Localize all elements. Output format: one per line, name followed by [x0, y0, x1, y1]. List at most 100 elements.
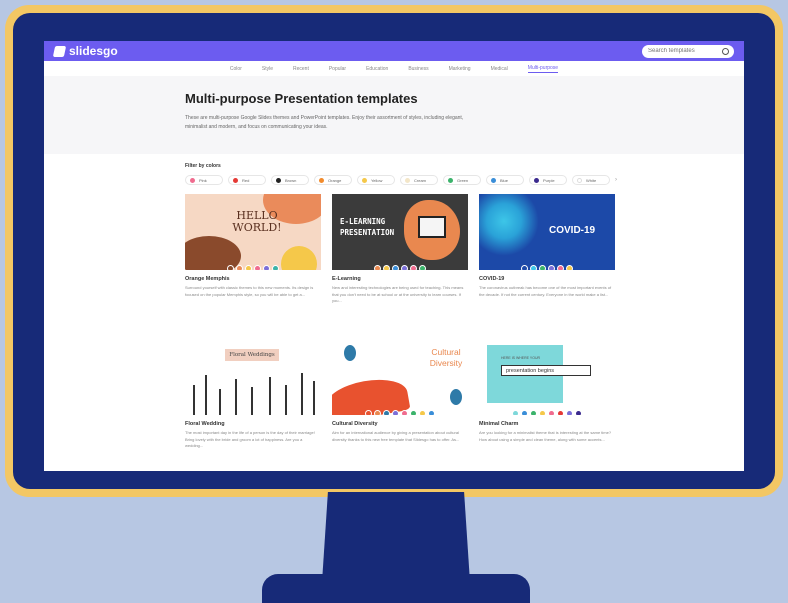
filter-chip-green[interactable]: Green: [443, 175, 481, 185]
template-description: The coronavirus outbreak has become one …: [479, 285, 612, 297]
color-swatch: [557, 410, 564, 415]
color-swatches: [374, 265, 426, 270]
monitor-frame: slidesgo Color Style Recent Popular Educ…: [5, 5, 783, 497]
template-title[interactable]: COVID-19: [479, 276, 615, 282]
nav-item-popular[interactable]: Popular: [329, 66, 346, 72]
color-dot-icon: [448, 177, 453, 183]
color-swatch: [263, 265, 270, 270]
template-card-e-learning[interactable]: E-LEARNING PRESENTATION E-Learning New a…: [332, 194, 468, 305]
nav-item-medical[interactable]: Medical: [491, 66, 508, 72]
filter-chip-blue[interactable]: Blue: [486, 175, 524, 185]
color-swatch: [410, 265, 417, 270]
template-thumbnail[interactable]: Cultural Diversity: [332, 339, 468, 415]
color-swatch: [419, 410, 426, 415]
thumbnail-text: E-LEARNING PRESENTATION: [340, 217, 395, 237]
thumbnail-text: COVID-19: [549, 225, 596, 236]
color-dot-icon: [534, 177, 539, 183]
chip-label: Orange: [328, 177, 342, 183]
thumbnail-text: Floral Weddings: [225, 349, 279, 361]
chip-label: Cream: [414, 177, 427, 183]
color-swatch: [539, 410, 546, 415]
plant-illustration: [269, 377, 271, 415]
color-swatch: [521, 410, 528, 415]
template-card-orange-memphis[interactable]: HELLO WORLD! Orange Memphis Surround you…: [185, 194, 321, 298]
template-description: Are you looking for a minimalist theme t…: [479, 430, 612, 442]
search-input[interactable]: [642, 44, 734, 58]
color-swatch: [419, 265, 426, 270]
template-card-minimal-charm[interactable]: HERE IS WHERE YOUR presentation begins M…: [479, 339, 615, 443]
nav-item-multi-purpose[interactable]: Multi-purpose: [527, 65, 559, 73]
color-dot-icon: [405, 177, 410, 183]
template-card-floral-wedding[interactable]: Floral Weddings Floral Wedding The most …: [185, 339, 321, 450]
filter-chip-cream[interactable]: Cream: [400, 175, 438, 185]
color-swatch: [245, 265, 252, 270]
chip-label: Green: [457, 177, 469, 183]
template-thumbnail[interactable]: HELLO WORLD!: [185, 194, 321, 270]
nav-item-style[interactable]: Style: [262, 66, 273, 72]
template-title[interactable]: Floral Wedding: [185, 421, 321, 427]
filter-chip-purple[interactable]: Purple: [529, 175, 567, 185]
template-title[interactable]: E-Learning: [332, 276, 468, 282]
filter-title: Filter by colors: [185, 163, 221, 169]
filter-chip-yellow[interactable]: Yellow: [357, 175, 395, 185]
color-dot-icon: [276, 177, 281, 183]
search-box: [642, 44, 734, 58]
color-swatch: [401, 410, 408, 415]
color-swatch: [392, 265, 399, 270]
template-title[interactable]: Cultural Diversity: [332, 421, 468, 427]
plant-illustration: [235, 379, 237, 415]
page-description: These are multi-purpose Google Slides th…: [185, 115, 464, 130]
color-swatch: [374, 410, 381, 415]
monitor-stand: [322, 492, 470, 582]
nav-item-recent[interactable]: Recent: [293, 66, 309, 72]
color-swatch: [566, 410, 573, 415]
tree-illustration: [344, 345, 356, 361]
category-nav: Color Style Recent Popular Education Bus…: [44, 61, 744, 77]
monitor-bezel: slidesgo Color Style Recent Popular Educ…: [13, 13, 775, 489]
template-title[interactable]: Orange Memphis: [185, 276, 321, 282]
shape-decoration: [332, 374, 411, 415]
chip-label: Yellow: [371, 177, 383, 183]
template-card-cultural-diversity[interactable]: Cultural Diversity Cultural Diversity Ai…: [332, 339, 468, 443]
color-dot-icon: [233, 177, 238, 183]
nav-item-marketing[interactable]: Marketing: [449, 66, 471, 72]
template-thumbnail[interactable]: HERE IS WHERE YOUR presentation begins: [479, 339, 615, 415]
search-icon[interactable]: [722, 47, 729, 55]
color-swatch: [557, 265, 564, 270]
plant-illustration: [301, 373, 303, 415]
nav-item-business[interactable]: Business: [408, 66, 428, 72]
color-dot-icon: [362, 177, 367, 183]
template-title[interactable]: Minimal Charm: [479, 421, 615, 427]
filter-chip-white[interactable]: White: [572, 175, 610, 185]
filter-chip-pink[interactable]: Pink: [185, 175, 223, 185]
nav-item-education[interactable]: Education: [366, 66, 388, 72]
hero-section: Multi-purpose Presentation templates The…: [44, 76, 744, 154]
color-swatch: [548, 265, 555, 270]
color-swatch: [575, 410, 582, 415]
color-swatches: [521, 265, 573, 270]
nav-item-color[interactable]: Color: [230, 66, 242, 72]
filter-chip-red[interactable]: Red: [228, 175, 266, 185]
template-thumbnail[interactable]: COVID-19: [479, 194, 615, 270]
color-swatch: [383, 410, 390, 415]
color-swatch: [236, 265, 243, 270]
browser-screen: slidesgo Color Style Recent Popular Educ…: [44, 41, 744, 471]
slidesgo-logo[interactable]: slidesgo: [52, 44, 118, 58]
template-card-covid-19[interactable]: COVID-19 COVID-19 The coronavirus outbre…: [479, 194, 615, 298]
thumbnail-subtext: HERE IS WHERE YOUR: [501, 356, 541, 360]
plant-illustration: [193, 385, 195, 415]
color-swatch: [539, 265, 546, 270]
page-title: Multi-purpose Presentation templates: [185, 91, 418, 106]
plant-illustration: [285, 385, 287, 415]
color-swatch: [530, 265, 537, 270]
logo-text: slidesgo: [69, 44, 118, 58]
color-swatch: [521, 265, 528, 270]
filter-chip-orange[interactable]: Orange: [314, 175, 352, 185]
chip-label: Red: [242, 177, 250, 183]
color-swatch: [512, 410, 519, 415]
template-thumbnail[interactable]: E-LEARNING PRESENTATION: [332, 194, 468, 270]
filter-chip-brown[interactable]: Brown: [271, 175, 309, 185]
color-swatch: [566, 265, 573, 270]
template-thumbnail[interactable]: Floral Weddings: [185, 339, 321, 415]
chevron-right-icon[interactable]: ›: [615, 177, 617, 183]
